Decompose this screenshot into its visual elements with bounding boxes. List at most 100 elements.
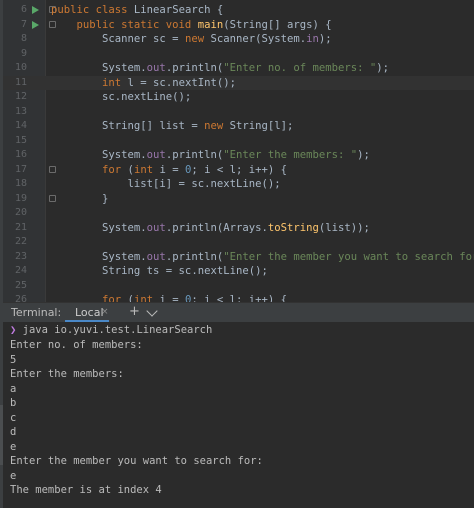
- code-line[interactable]: 19 }: [3, 192, 474, 207]
- line-number: 10: [14, 62, 27, 73]
- code-token: ; i < l; i++) {: [191, 163, 288, 176]
- code-line[interactable]: 14 String[] list = new String[l];: [3, 119, 474, 134]
- code-line[interactable]: 17 for (int i = 0; i < l; i++) {: [3, 163, 474, 178]
- code-line[interactable]: 26 for (int i = 0; i < l; i++) {: [3, 293, 474, 302]
- code-token: );: [376, 62, 390, 74]
- line-number: 20: [14, 207, 27, 218]
- code-token: int: [133, 163, 160, 176]
- code-line[interactable]: 13: [3, 105, 474, 120]
- code-token: i =: [159, 163, 185, 176]
- code-token: .println(Arrays.: [165, 221, 268, 234]
- close-tab-icon[interactable]: ×: [101, 307, 109, 317]
- code-token: int: [51, 76, 128, 89]
- code-token: new: [204, 120, 230, 132]
- code-token: System.: [51, 149, 147, 161]
- code-token: );: [357, 149, 370, 161]
- code-token: toString: [267, 221, 319, 234]
- terminal-line: Enter no. of members:: [10, 339, 143, 351]
- code-token: System.: [51, 62, 147, 74]
- code-line[interactable]: 12 sc.nextLine();: [3, 90, 474, 105]
- run-gutter-icon[interactable]: [32, 6, 39, 14]
- code-line[interactable]: 9: [3, 47, 474, 62]
- code-token: );: [318, 33, 332, 45]
- code-line[interactable]: 10 System.out.println("Enter no. of memb…: [3, 61, 474, 76]
- line-number: 22: [14, 236, 27, 247]
- line-number: 7: [20, 18, 27, 30]
- code-line[interactable]: 23 System.out.println("Enter the member …: [3, 250, 474, 265]
- code-token: out: [146, 149, 166, 161]
- code-token: for: [51, 294, 128, 302]
- line-number: 6: [20, 4, 27, 15]
- line-number: 25: [14, 279, 27, 291]
- code-token: LinearSearch {: [133, 4, 224, 16]
- line-number: 12: [14, 91, 27, 102]
- code-token: String ts = sc.nextLine();: [51, 265, 268, 277]
- code-text: sc.nextLine();: [51, 90, 191, 105]
- code-line[interactable]: 15: [3, 134, 474, 149]
- code-token: Scanner sc =: [51, 33, 185, 45]
- code-token: (String[] args) {: [223, 18, 332, 31]
- code-token: "Enter the member you want to search for…: [223, 250, 474, 263]
- code-token: out: [146, 250, 166, 263]
- code-editor[interactable]: 6 public class LinearSearch {7 public sta…: [3, 0, 474, 302]
- terminal-output[interactable]: ❯ java io.yuvi.test.LinearSearch Enter n…: [3, 322, 474, 508]
- line-number: 15: [14, 134, 27, 146]
- code-token: "Enter no. of members: ": [223, 62, 377, 74]
- code-text: public class LinearSearch {: [51, 3, 223, 18]
- code-line[interactable]: 6 public class LinearSearch {: [3, 3, 474, 18]
- run-gutter-icon[interactable]: [32, 20, 39, 29]
- terminal-line: The member is at index 4: [10, 484, 162, 496]
- line-number: 24: [14, 265, 27, 276]
- line-number: 17: [14, 163, 27, 175]
- code-token: .println(: [165, 62, 224, 74]
- line-number: 21: [14, 221, 27, 233]
- code-token: }: [51, 192, 109, 205]
- code-token: out: [146, 221, 166, 234]
- code-line[interactable]: 7 public static void main(String[] args)…: [3, 18, 474, 33]
- code-text: }: [51, 192, 108, 207]
- code-line[interactable]: 20: [3, 206, 474, 221]
- line-number: 18: [14, 178, 27, 189]
- terminal-line: Enter the members:: [10, 368, 124, 380]
- code-text: for (int i = 0; i < l; i++) {: [51, 163, 287, 178]
- terminal-line: d: [10, 426, 17, 438]
- code-token: .println(: [165, 149, 224, 161]
- code-token: String[] list =: [51, 120, 205, 132]
- code-text: System.out.println("Enter no. of members…: [51, 61, 389, 76]
- code-line[interactable]: 21 System.out.println(Arrays.toString(li…: [3, 221, 474, 236]
- code-token: public class: [51, 4, 134, 16]
- terminal-tab-bar: Terminal: Local × +: [3, 302, 474, 322]
- code-token: System.: [51, 221, 147, 234]
- code-token: in: [306, 33, 319, 45]
- code-text: list[i] = sc.nextLine();: [51, 177, 281, 192]
- terminal-line: e: [10, 440, 17, 453]
- line-number: 9: [20, 47, 27, 59]
- code-token: System.: [51, 250, 147, 263]
- new-tab-plus-icon[interactable]: +: [129, 304, 140, 319]
- command-line: ❯ java io.yuvi.test.LinearSearch: [10, 323, 212, 338]
- code-token: String[l];: [229, 120, 294, 132]
- code-line[interactable]: 22: [3, 235, 474, 250]
- code-line[interactable]: 8 Scanner sc = new Scanner(System.in);: [3, 32, 474, 47]
- code-token: ; i < l; i++) {: [191, 294, 288, 302]
- terminal-line: Enter the member you want to search for:: [10, 455, 263, 467]
- line-number: 26: [14, 294, 27, 302]
- code-token: new: [184, 33, 211, 45]
- code-line[interactable]: 11 int l = sc.nextInt();: [3, 75, 474, 90]
- code-token: for: [51, 163, 128, 176]
- code-token: (list));: [318, 221, 370, 234]
- code-line[interactable]: 24 String ts = sc.nextLine();: [3, 264, 474, 279]
- code-token: list[i] = sc.nextLine();: [51, 178, 281, 190]
- chevron-down-icon[interactable]: [146, 305, 158, 317]
- line-number: 14: [14, 120, 27, 131]
- terminal-line: 5: [10, 353, 17, 366]
- code-line[interactable]: 18 list[i] = sc.nextLine();: [3, 177, 474, 192]
- line-number: 19: [14, 192, 27, 204]
- terminal-line: b: [10, 397, 17, 409]
- prompt-arrow-icon: ❯: [10, 324, 17, 336]
- code-line[interactable]: 25: [3, 279, 474, 294]
- terminal-title: Terminal:: [11, 306, 62, 319]
- terminal-line: a: [10, 382, 17, 395]
- code-token: .println(: [165, 250, 224, 263]
- code-line[interactable]: 16 System.out.println("Enter the members…: [3, 148, 474, 163]
